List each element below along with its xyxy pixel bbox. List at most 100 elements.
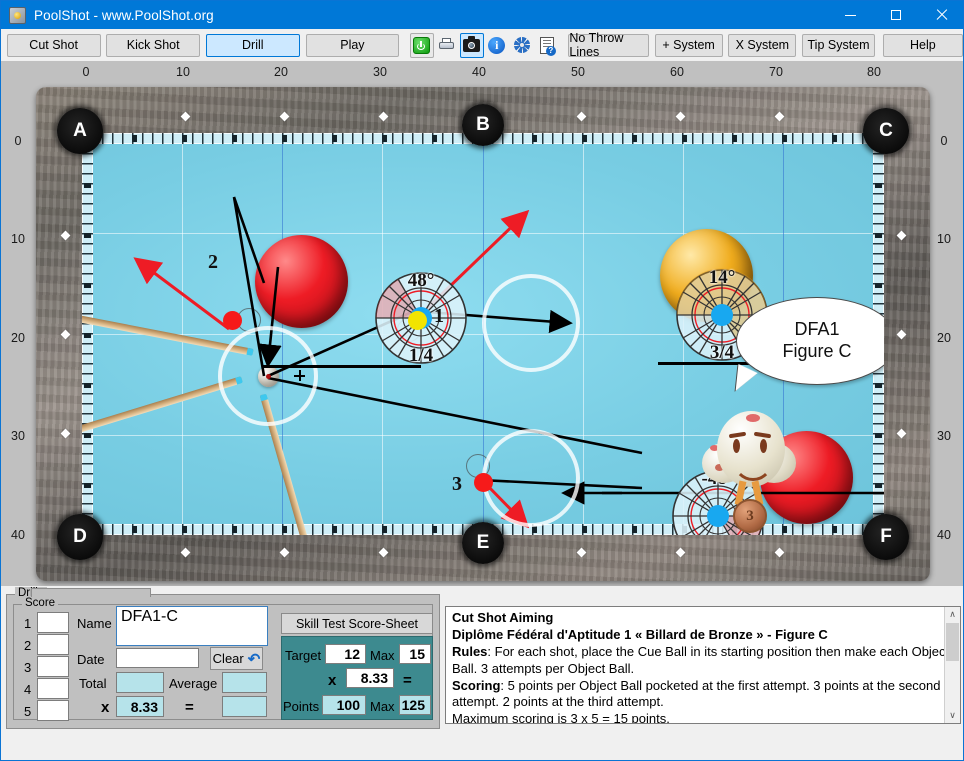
mascot-eye-left xyxy=(733,439,740,453)
object-ball-red-top[interactable] xyxy=(255,235,348,328)
ruler-left-40: 40 xyxy=(11,528,25,542)
description-rules: Rules: For each shot, place the Cue Ball… xyxy=(452,644,954,678)
camera-icon xyxy=(463,35,481,52)
score-input-2[interactable] xyxy=(37,634,69,655)
points-text: 100 xyxy=(336,697,360,713)
start-dot-2[interactable] xyxy=(223,311,242,330)
ruler-right-20: 20 xyxy=(937,331,951,345)
ruler-top-10: 10 xyxy=(176,65,190,79)
power-icon xyxy=(413,36,431,54)
undo-icon: ↶ xyxy=(247,650,261,668)
ruler-top-70: 70 xyxy=(769,65,783,79)
ruler-top-80: 80 xyxy=(867,65,881,79)
tab-kick-shot[interactable]: Kick Shot xyxy=(106,33,201,57)
pocket-C[interactable]: C xyxy=(863,108,909,154)
drills-tab-strip[interactable] xyxy=(31,588,151,597)
mascot-head-dot xyxy=(746,414,760,422)
rules-label: Rules xyxy=(452,643,488,659)
score-row-number-5: 5 xyxy=(24,704,32,719)
scoring-label: Scoring xyxy=(452,677,501,693)
title-bar: PoolShot - www.PoolShot.org xyxy=(1,1,963,29)
clear-button-label: Clear xyxy=(212,651,244,666)
power-button[interactable] xyxy=(409,32,434,58)
print-button[interactable] xyxy=(435,33,459,58)
minimize-button[interactable] xyxy=(827,1,873,29)
ruler-right-10: 10 xyxy=(937,232,951,246)
pocket-D[interactable]: D xyxy=(57,514,103,560)
rail-diamond xyxy=(60,329,71,340)
tape-ruler-left xyxy=(82,133,93,535)
button-tip-system[interactable]: Tip System xyxy=(802,33,875,57)
info-button[interactable]: i xyxy=(485,33,509,58)
date-input[interactable] xyxy=(116,648,199,668)
pool-table[interactable]: 48° 1/4 14° 3/4 -48° 1/4 2 1 3 xyxy=(36,87,930,581)
scroll-down-arrow-icon[interactable]: ∨ xyxy=(945,708,960,723)
button-no-throw-lines[interactable]: No Throw Lines xyxy=(568,31,649,59)
equals-label: = xyxy=(185,699,194,716)
score-input-3[interactable] xyxy=(37,656,69,677)
scrollbar-thumb[interactable] xyxy=(946,623,959,661)
button-plus-system[interactable]: + System xyxy=(654,33,723,57)
total-value xyxy=(116,672,164,693)
score-input-4[interactable] xyxy=(37,678,69,699)
rail-diamond xyxy=(279,547,290,558)
total-label: Total xyxy=(79,676,107,691)
aim-underline-1 xyxy=(262,365,421,368)
mascot-medal-number: 3 xyxy=(746,507,754,524)
ruler-left-30: 30 xyxy=(11,429,25,443)
rail-diamond xyxy=(774,111,785,122)
tab-cut-shot[interactable]: Cut Shot xyxy=(6,33,101,57)
settings-button[interactable] xyxy=(510,33,534,58)
scoresheet-multiply-label: x xyxy=(328,672,337,689)
ruler-top-30: 30 xyxy=(373,65,387,79)
pocket-A[interactable]: A xyxy=(57,108,103,154)
scoresheet-panel: Target 12 Max 15 x 8.33 = Points 100 Max… xyxy=(281,636,433,720)
rail-diamond xyxy=(279,111,290,122)
start-dot-3[interactable] xyxy=(474,473,493,492)
tab-drill[interactable]: Drill xyxy=(205,33,300,57)
result-value xyxy=(222,696,267,717)
close-button[interactable] xyxy=(919,1,963,29)
ruler-left-0: 0 xyxy=(14,134,22,148)
info-icon: i xyxy=(488,36,506,54)
ruler-top-50: 50 xyxy=(571,65,585,79)
poolshot-mascot: 3 xyxy=(702,381,822,533)
playing-surface[interactable]: 48° 1/4 14° 3/4 -48° 1/4 2 1 3 xyxy=(82,133,884,535)
target-max-value: 15 xyxy=(399,644,431,664)
cue-ball-center-dot xyxy=(266,374,271,379)
button-x-system[interactable]: X System xyxy=(728,33,797,57)
rail-diamond xyxy=(675,111,686,122)
scroll-up-arrow-icon[interactable]: ∧ xyxy=(945,607,960,622)
button-help[interactable]: Help xyxy=(882,33,963,57)
rail-diamond xyxy=(180,111,191,122)
clear-button[interactable]: Clear ↶ xyxy=(210,647,263,670)
tape-ticks-major xyxy=(84,133,91,535)
app-window: PoolShot - www.PoolShot.org Cut Shot Kic… xyxy=(0,0,964,761)
description-subtitle: Diplôme Fédéral d'Aptitude 1 « Billard d… xyxy=(452,626,828,642)
maximize-button[interactable] xyxy=(873,1,919,29)
help-doc-button[interactable] xyxy=(535,33,559,58)
aim-angle-2: 14° xyxy=(708,267,736,288)
rail-diamond xyxy=(60,230,71,241)
aim-angle-1: 48° xyxy=(407,270,435,291)
target-max-text: 15 xyxy=(409,646,425,662)
skill-test-score-sheet-button[interactable]: Skill Test Score-Sheet xyxy=(281,613,433,634)
score-input-5[interactable] xyxy=(37,700,69,721)
screenshot-button[interactable] xyxy=(459,32,484,58)
minimize-icon xyxy=(844,14,856,16)
speech-line-2: Figure C xyxy=(782,341,852,361)
description-scrollbar[interactable]: ∧ ∨ xyxy=(944,607,960,723)
points-max-value: 125 xyxy=(399,695,431,715)
ruler-right-40: 40 xyxy=(937,528,951,542)
ruler-left-10: 10 xyxy=(11,232,25,246)
bottom-panel: Drills Score 1 2 3 4 5 Name DFA1-C Date … xyxy=(1,586,963,760)
score-input-1[interactable] xyxy=(37,612,69,633)
pocket-E[interactable]: E xyxy=(462,522,504,564)
close-icon xyxy=(936,9,948,21)
pocket-B[interactable]: B xyxy=(462,104,504,146)
drill-description-panel[interactable]: Cut Shot Aiming Diplôme Fédéral d'Aptitu… xyxy=(445,606,961,724)
pocket-F[interactable]: F xyxy=(863,514,909,560)
tab-play[interactable]: Play xyxy=(305,33,400,57)
rail-diamond xyxy=(576,547,587,558)
name-input[interactable]: DFA1-C xyxy=(116,606,268,646)
